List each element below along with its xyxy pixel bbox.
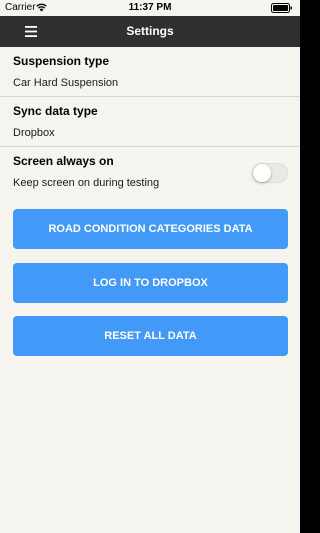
menu-button[interactable]: [20, 22, 42, 42]
road-condition-categories-data-button[interactable]: ROAD CONDITION CATEGORIES DATA: [13, 209, 288, 249]
navigation-bar: Settings: [0, 16, 300, 47]
screen-always-on-description: Keep screen on during testing: [13, 177, 160, 189]
suspension-type-row[interactable]: Suspension type Car Hard Suspension: [0, 47, 300, 97]
screen-always-on-toggle[interactable]: [252, 163, 288, 183]
status-time: 11:37 PM: [128, 2, 172, 13]
screen-always-on-label: Screen always on: [13, 154, 114, 168]
sync-data-type-row[interactable]: Sync data type Dropbox: [0, 97, 300, 147]
toggle-knob: [253, 164, 271, 182]
status-bar: Carrier 11:37 PM: [0, 0, 300, 16]
settings-content: Suspension type Car Hard Suspension Sync…: [0, 47, 300, 533]
screen-always-on-row: Screen always on Keep screen on during t…: [0, 147, 300, 197]
sync-data-type-value: Dropbox: [13, 127, 55, 139]
log-in-to-dropbox-button[interactable]: LOG IN TO DROPBOX: [13, 263, 288, 303]
hamburger-menu-icon: [25, 26, 37, 37]
battery-icon: [271, 3, 292, 13]
sync-data-type-label: Sync data type: [13, 104, 98, 118]
suspension-type-value: Car Hard Suspension: [13, 77, 119, 89]
reset-all-data-button[interactable]: RESET ALL DATA: [13, 316, 288, 356]
suspension-type-label: Suspension type: [13, 54, 110, 68]
page-title: Settings: [126, 24, 174, 38]
